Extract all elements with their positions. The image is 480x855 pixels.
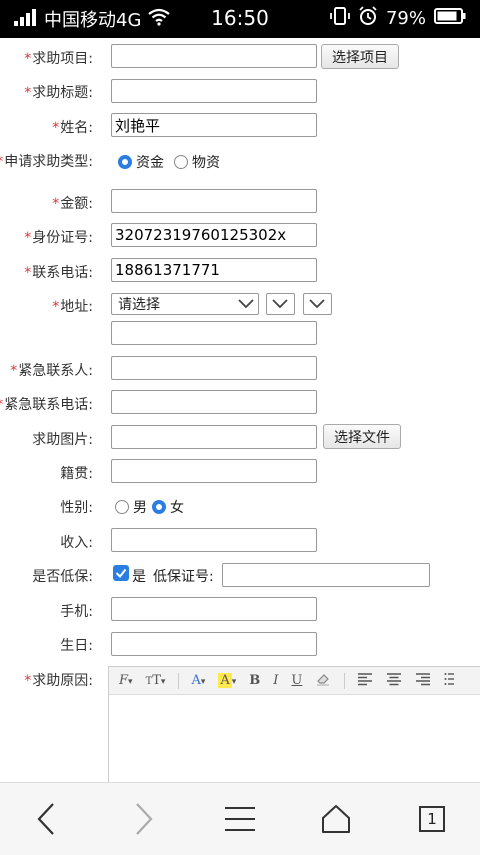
income-label: 收入: [60, 535, 93, 551]
amount-input[interactable] [111, 189, 317, 213]
chevron-down-icon [238, 299, 254, 309]
mobile-label: 手机: [60, 604, 93, 620]
reason-label: *求助原因: [24, 673, 93, 689]
phone-label: *联系电话: [24, 265, 93, 281]
status-bar: 中国移动4G 16:50 79% [0, 0, 480, 38]
highlight-button[interactable]: A ▾ [218, 673, 236, 688]
rich-text-editor[interactable]: F▾ TT▾ A▾ A ▾ B I U [108, 666, 480, 782]
low-income-cert-label: 低保证号: [153, 569, 214, 585]
address-label: *地址: [52, 299, 93, 315]
menu-icon[interactable] [220, 801, 260, 837]
eraser-icon[interactable] [315, 672, 331, 690]
editor-toolbar: F▾ TT▾ A▾ A ▾ B I U [109, 667, 480, 695]
mobile-input[interactable] [111, 597, 317, 621]
gender-option-female[interactable]: 女 [152, 497, 184, 517]
emergency-phone-input[interactable] [111, 390, 317, 414]
font-family-button[interactable]: F▾ [119, 673, 133, 688]
emergency-contact-input[interactable] [111, 356, 317, 380]
title-input[interactable] [111, 79, 317, 103]
address-district-select[interactable] [303, 293, 332, 315]
image-input[interactable] [111, 425, 317, 449]
select-file-button[interactable]: 选择文件 [323, 424, 401, 449]
gender-option-male[interactable]: 男 [115, 497, 147, 517]
low-income-yes-label: 是 [132, 569, 146, 585]
type-option-materials[interactable]: 物资 [174, 152, 220, 172]
project-input[interactable] [111, 44, 317, 68]
low-income-label: 是否低保: [32, 569, 93, 585]
align-left-icon[interactable] [357, 672, 373, 690]
phone-input[interactable] [111, 258, 317, 282]
tabs-button[interactable]: 1 [412, 801, 452, 837]
font-size-button[interactable]: TT▾ [146, 673, 166, 688]
tab-count: 1 [419, 806, 445, 832]
font-color-button[interactable]: A▾ [191, 673, 205, 688]
id-number-input[interactable] [111, 223, 317, 247]
list-icon[interactable] [444, 672, 455, 690]
chevron-down-icon [309, 299, 325, 309]
native-place-input[interactable] [111, 459, 317, 483]
address-city-select[interactable] [266, 293, 295, 315]
birthday-input[interactable] [111, 632, 317, 656]
select-project-button[interactable]: 选择项目 [321, 44, 399, 69]
italic-button[interactable]: I [273, 673, 278, 688]
radio-selected-icon[interactable] [118, 155, 132, 169]
underline-button[interactable]: U [291, 673, 302, 688]
image-label: 求助图片: [32, 432, 93, 448]
income-input[interactable] [111, 528, 317, 552]
type-option-funds[interactable]: 资金 [118, 152, 164, 172]
home-icon[interactable] [316, 801, 356, 837]
help-request-form: *求助项目: 选择项目 *求助标题: *姓名: *申请求助类型: 资金 物资 *… [0, 38, 480, 782]
low-income-checkbox[interactable] [113, 565, 129, 581]
emergency-contact-label: *紧急联系人: [10, 363, 93, 379]
battery-icon [434, 8, 466, 29]
title-label: *求助标题: [24, 85, 93, 101]
radio-unselected-icon[interactable] [174, 155, 188, 169]
gender-label: 性别: [60, 500, 93, 516]
vibrate-icon [330, 6, 350, 31]
id-number-label: *身份证号: [24, 230, 93, 246]
low-income-cert-input[interactable] [222, 563, 430, 587]
name-input[interactable] [111, 113, 317, 137]
radio-selected-icon[interactable] [152, 500, 166, 514]
forward-icon[interactable] [124, 801, 164, 837]
chevron-down-icon [272, 299, 288, 309]
align-right-icon[interactable] [415, 672, 431, 690]
request-type-label: *申请求助类型: [0, 154, 93, 170]
radio-unselected-icon[interactable] [115, 500, 129, 514]
address-detail-input[interactable] [111, 321, 317, 345]
align-center-icon[interactable] [386, 672, 402, 690]
toolbar-divider [178, 672, 180, 689]
name-label: *姓名: [52, 120, 93, 136]
browser-nav-bar: 1 [0, 782, 480, 855]
alarm-icon [358, 6, 378, 31]
checkmark-icon [115, 568, 127, 579]
battery-percent: 79% [385, 8, 426, 29]
address-province-select[interactable]: 请选择 [111, 293, 259, 315]
project-label: *求助项目: [24, 51, 93, 67]
birthday-label: 生日: [60, 638, 93, 654]
editor-content-area[interactable] [109, 695, 480, 782]
amount-label: *金额: [52, 196, 93, 212]
back-icon[interactable] [26, 801, 66, 837]
toolbar-divider [344, 672, 346, 689]
native-place-label: 籍贯: [60, 466, 93, 482]
bold-button[interactable]: B [249, 673, 260, 688]
emergency-phone-label: *紧急联系电话: [0, 397, 93, 413]
status-right: 79% [330, 6, 466, 31]
